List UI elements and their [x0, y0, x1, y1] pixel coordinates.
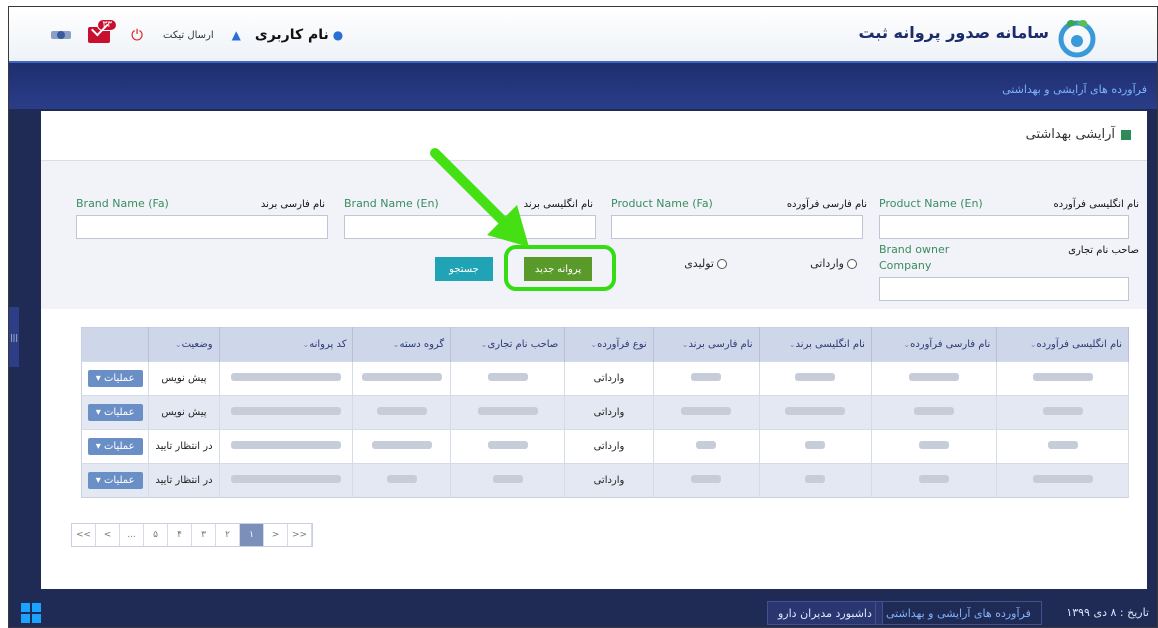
brand-owner-input[interactable]: [879, 277, 1129, 301]
panel-title-icon: [1121, 129, 1131, 140]
operations-button[interactable]: عملیات ▾: [87, 404, 143, 421]
date-label: تاریخ : ۸ دی ۱۳۹۹: [1066, 606, 1149, 619]
col-brand-name-en[interactable]: نام انگلیسی برند⌄: [759, 327, 872, 362]
operations-button[interactable]: عملیات ▾: [87, 472, 143, 489]
page-last[interactable]: >>: [288, 524, 312, 546]
radio-produce-label: تولیدی: [684, 257, 714, 270]
product-name-en-input[interactable]: [879, 215, 1129, 239]
page-ellipsis: ...: [120, 524, 144, 546]
username-label: نام کاربری: [254, 27, 329, 43]
brand-name-fa-input[interactable]: [76, 215, 328, 239]
windows-icon[interactable]: [21, 603, 41, 623]
new-license-button[interactable]: پروانه جدید: [524, 257, 592, 281]
row-type: وارداتی: [564, 463, 654, 498]
brand-owner-fa-label: صاحب نام تجاری: [1068, 245, 1139, 256]
messages-button[interactable]: ۳۳: [87, 19, 117, 47]
table-row[interactable]: وارداتی پیش نویس عملیات ▾: [81, 395, 1129, 430]
page-2[interactable]: ۲: [216, 524, 240, 546]
organization-logo-icon[interactable]: [49, 23, 73, 47]
operations-button[interactable]: عملیات ▾: [87, 370, 143, 387]
table-header-row: نام انگلیسی فرآورده⌄ نام فارسی فرآورده⌄ …: [81, 327, 1129, 362]
col-brand-owner[interactable]: صاحب نام تجاری⌄: [450, 327, 566, 362]
brand-owner-label-line2: Company: [879, 259, 932, 272]
send-ticket-link[interactable]: ارسال تیکت: [163, 30, 214, 41]
mail-icon: ۳۳: [88, 19, 117, 43]
row-status: پیش نویس: [148, 361, 220, 396]
page-prev[interactable]: <: [96, 524, 120, 546]
table-row[interactable]: وارداتی پیش نویس عملیات ▾: [81, 361, 1129, 396]
row-type: وارداتی: [564, 429, 654, 464]
row-status: پیش نویس: [148, 395, 220, 430]
radio-import-circle: [847, 258, 857, 269]
header-tools: ۳۳ ⏻ ارسال تیکت ▲ ●نام کاربری: [49, 17, 343, 53]
power-icon[interactable]: ⏻: [125, 23, 149, 47]
col-status[interactable]: وضعیت⌄: [148, 327, 220, 362]
col-license-code[interactable]: کد پروانه⌄: [219, 327, 354, 362]
user-icon: ●: [332, 28, 344, 42]
table-row[interactable]: وارداتی در انتظار تایید عملیات ▾: [81, 429, 1129, 464]
radio-import-label: وارداتی: [810, 257, 844, 270]
product-name-fa-fa-label: نام فارسی فرآورده: [786, 199, 867, 210]
app-title: سامانه صدور پروانه ثبت: [858, 23, 1049, 42]
brand-name-fa-label: Brand Name (Fa): [76, 197, 169, 210]
radio-produce[interactable]: تولیدی: [684, 257, 727, 270]
product-name-en-label: Product Name (En): [879, 197, 983, 210]
tab-cosmetics[interactable]: فرآورده های آرایشی و بهداشتی: [875, 601, 1042, 625]
col-operations: [81, 327, 150, 362]
annotation-arrow: [430, 148, 529, 247]
page-next[interactable]: >: [264, 524, 288, 546]
panel-header: آرایشی بهداشتی: [41, 111, 1147, 161]
panel-title-text: آرایشی بهداشتی: [1025, 127, 1115, 142]
subheader-band: فرآورده های آرایشی و بهداشتی: [9, 63, 1157, 109]
category-label[interactable]: فرآورده های آرایشی و بهداشتی: [1002, 83, 1147, 96]
brand-owner-label-line1: Brand owner: [879, 243, 950, 256]
page-5[interactable]: ۵: [144, 524, 168, 546]
row-type: وارداتی: [564, 361, 654, 396]
bell-icon[interactable]: ▲: [232, 28, 241, 42]
taskbar: داشبورد مدیران دارو فرآورده های آرایشی و…: [9, 597, 1157, 627]
row-status: در انتظار تایید: [148, 463, 220, 498]
panel-title: آرایشی بهداشتی: [1026, 127, 1131, 142]
page-4[interactable]: ۴: [168, 524, 192, 546]
col-product-name-en[interactable]: نام انگلیسی فرآورده⌄: [996, 327, 1129, 362]
username[interactable]: ●نام کاربری: [255, 27, 343, 43]
search-button[interactable]: جستجو: [435, 257, 493, 281]
brand-name-fa-fa-label: نام فارسی برند: [260, 199, 325, 210]
product-name-fa-input[interactable]: [611, 215, 863, 239]
page-first[interactable]: <<: [72, 524, 96, 546]
page-1[interactable]: ۱: [240, 524, 264, 546]
product-name-fa-label: Product Name (Fa): [611, 197, 713, 210]
row-status: در انتظار تایید: [148, 429, 220, 464]
col-category-group[interactable]: گروه دسته⌄: [352, 327, 452, 362]
product-name-en-fa-label: نام انگلیسی فرآورده: [1053, 199, 1139, 210]
license-table: نام انگلیسی فرآورده⌄ نام فارسی فرآورده⌄ …: [81, 327, 1129, 498]
table-row[interactable]: وارداتی در انتظار تایید عملیات ▾: [81, 463, 1129, 498]
col-product-name-fa[interactable]: نام فارسی فرآورده⌄: [871, 327, 998, 362]
col-brand-name-fa[interactable]: نام فارسی برند⌄: [653, 327, 760, 362]
mail-badge: ۳۳: [97, 19, 117, 31]
radio-produce-circle: [717, 258, 727, 269]
radio-import[interactable]: وارداتی: [810, 257, 857, 270]
main-panel: آرایشی بهداشتی نام انگلیسی فرآورده Produ…: [41, 111, 1147, 589]
sidebar-toggle[interactable]: |||: [9, 307, 19, 367]
tab-dashboard[interactable]: داشبورد مدیران دارو: [767, 601, 883, 625]
pagination: << < ... ۵ ۴ ۳ ۲ ۱ > >>: [71, 523, 313, 547]
page-3[interactable]: ۳: [192, 524, 216, 546]
app-logo-icon: [1058, 20, 1096, 58]
operations-button[interactable]: عملیات ▾: [87, 438, 143, 455]
top-header: سامانه صدور پروانه ثبت ۳۳ ⏻ ارسال تیکت ▲…: [9, 7, 1157, 63]
app-window: سامانه صدور پروانه ثبت ۳۳ ⏻ ارسال تیکت ▲…: [8, 6, 1158, 628]
col-product-type[interactable]: نوع فرآورده⌄: [564, 327, 654, 362]
brand-name-en-label: Brand Name (En): [344, 197, 439, 210]
row-type: وارداتی: [564, 395, 654, 430]
